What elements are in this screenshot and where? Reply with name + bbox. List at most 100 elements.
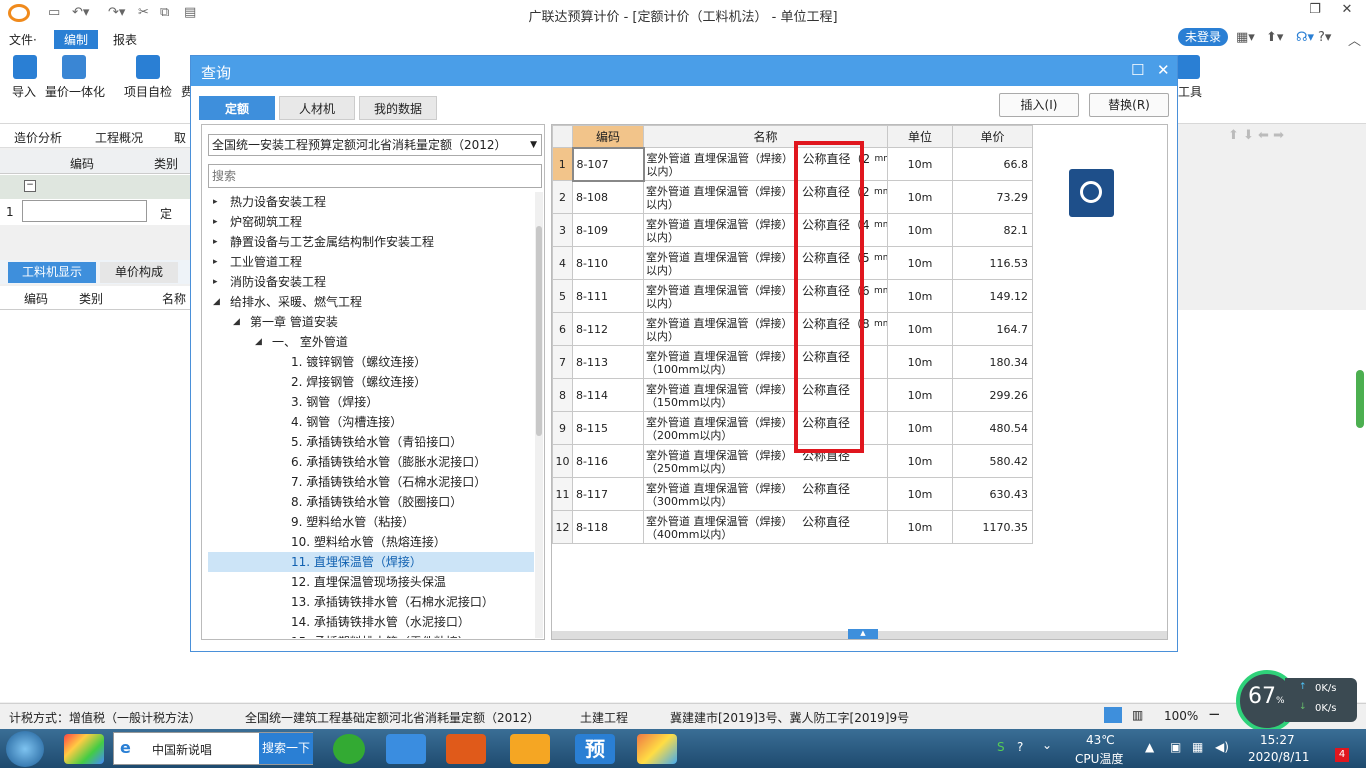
code-cell[interactable]: 8-117 bbox=[572, 477, 644, 511]
tree-item[interactable]: ▸ 静置设备与工艺金属结构制作安装工程 bbox=[208, 232, 534, 252]
tab-project-overview[interactable]: 工程概况 bbox=[95, 129, 143, 146]
table-row[interactable]: 68-112室外管道 直埋保温管（焊接）公称直径（8mm以内）10m164.7 bbox=[552, 312, 1033, 346]
code-cell[interactable]: 8-115 bbox=[572, 411, 644, 445]
code-cell[interactable]: 8-110 bbox=[572, 246, 644, 280]
table-row[interactable]: 18-107室外管道 直埋保温管（焊接）公称直径（2mm以内）10m66.8 bbox=[552, 146, 1033, 182]
network-icon[interactable]: ▦ bbox=[1192, 740, 1203, 754]
project-check-icon[interactable] bbox=[136, 55, 160, 79]
tools-button[interactable]: 工具 bbox=[1178, 83, 1202, 100]
tree-item[interactable]: 7. 承插铸铁给水管（石棉水泥接口） bbox=[208, 472, 534, 492]
tree-item[interactable]: 10. 塑料给水管（热熔连接） bbox=[208, 532, 534, 552]
tree-item[interactable]: ◢ 第一章 管道安装 bbox=[208, 312, 534, 332]
layout-icon[interactable]: ▦▾ bbox=[1236, 30, 1255, 45]
taskbar-search-box[interactable]: e 中国新说唱 搜索一下 bbox=[113, 732, 313, 765]
tray-app-icon[interactable]: ▣ bbox=[1170, 740, 1181, 754]
name-cell[interactable]: 室外管道 直埋保温管（焊接） 公称直径 （300mm以内） bbox=[643, 477, 888, 511]
budget-app-icon[interactable]: 预 bbox=[575, 734, 615, 764]
collapse-arrow-icon[interactable]: ◢ bbox=[233, 312, 240, 332]
replace-button[interactable]: 替换(R) bbox=[1089, 93, 1169, 117]
header-code[interactable]: 编码 bbox=[572, 125, 644, 148]
tree-item[interactable]: 15. 承插塑料排水管（零件粘接） bbox=[208, 632, 534, 638]
code-cell[interactable]: 8-107 bbox=[571, 146, 645, 182]
tree-item[interactable]: ◢ 一、 室外管道 bbox=[208, 332, 534, 352]
tray-s-icon[interactable]: S bbox=[997, 740, 1005, 754]
collapse-icon[interactable]: ︿ bbox=[1348, 30, 1361, 49]
view-split-icon[interactable]: ▥ bbox=[1132, 708, 1143, 722]
close-window-icon[interactable]: ✕ bbox=[1332, 2, 1362, 24]
expand-arrow-icon[interactable]: ▸ bbox=[213, 272, 218, 292]
refresh-app-icon[interactable] bbox=[333, 734, 365, 764]
table-row[interactable]: 12 8-118 室外管道 直埋保温管（焊接） 公称直径 （400mm以内） 10m 117… bbox=[552, 510, 1033, 544]
upload-icon[interactable]: ⬆▾ bbox=[1266, 30, 1283, 45]
tree-item[interactable]: 4. 钢管（沟槽连接） bbox=[208, 412, 534, 432]
tree-item[interactable]: ▸ 热力设备安装工程 bbox=[208, 192, 534, 212]
menu-report[interactable]: 报表 bbox=[113, 31, 137, 48]
table-row[interactable]: 28-108室外管道 直埋保温管（焊接）公称直径（2mm以内）10m73.29 bbox=[552, 180, 1033, 214]
tree-item[interactable]: 8. 承插铸铁给水管（胶圈接口） bbox=[208, 492, 534, 512]
search-button[interactable] bbox=[1069, 169, 1114, 217]
tree-item[interactable]: ▸ 工业管道工程 bbox=[208, 252, 534, 272]
table-row[interactable]: 8 8-114 室外管道 直埋保温管（焊接） 公称直径 （150mm以内） 10m 299.… bbox=[552, 378, 1033, 412]
collapse-arrow-icon[interactable]: ◢ bbox=[255, 332, 262, 352]
dialog-close-icon[interactable]: ✕ bbox=[1157, 61, 1170, 79]
tab-fee[interactable]: 取 bbox=[174, 129, 186, 146]
tree-item[interactable]: ▸ 消防设备安装工程 bbox=[208, 272, 534, 292]
name-cell[interactable]: 室外管道 直埋保温管（焊接） 公称直径 （400mm以内） bbox=[643, 510, 888, 544]
expand-arrow-icon[interactable]: ▸ bbox=[213, 232, 218, 252]
menu-file[interactable]: 文件· bbox=[9, 31, 37, 48]
volume-icon[interactable]: ◀) bbox=[1215, 740, 1229, 754]
help-icon[interactable]: ?▾ bbox=[1318, 30, 1331, 45]
tab-labor-material[interactable]: 工料机显示 bbox=[8, 262, 96, 283]
table-row[interactable]: 11 8-117 室外管道 直埋保温管（焊接） 公称直径 （300mm以内） 10m 630… bbox=[552, 477, 1033, 511]
code-cell[interactable]: 8-112 bbox=[572, 312, 644, 346]
import-icon[interactable] bbox=[13, 55, 37, 79]
tree-item[interactable]: 6. 承插铸铁给水管（膨胀水泥接口） bbox=[208, 452, 534, 472]
view-list-icon[interactable] bbox=[1104, 707, 1122, 723]
restore-icon[interactable]: ❐ bbox=[1300, 2, 1330, 24]
tray-help-icon[interactable]: ? bbox=[1017, 740, 1023, 754]
table-row[interactable]: 7 8-113 室外管道 直埋保温管（焊接） 公称直径 （100mm以内） 10m 180.… bbox=[552, 345, 1033, 379]
tab-my-data[interactable]: 我的数据 bbox=[359, 96, 437, 120]
tree-item[interactable]: ◢ 给排水、采暖、燃气工程 bbox=[208, 292, 534, 312]
show-hidden-icon[interactable]: ▲ bbox=[1145, 740, 1154, 754]
table-row[interactable]: 48-110室外管道 直埋保温管（焊接）公称直径（5mm以内）10m116.53 bbox=[552, 246, 1033, 280]
code-cell[interactable]: 8-108 bbox=[572, 180, 644, 214]
expand-arrow-icon[interactable]: ▸ bbox=[213, 212, 218, 232]
glodon-app-icon[interactable] bbox=[510, 734, 550, 764]
quota-select[interactable]: 全国统一安装工程预算定额河北省消耗量定额（2012） ▼ bbox=[208, 134, 542, 156]
menu-edit[interactable]: 编制 bbox=[54, 30, 99, 49]
expand-arrow-icon[interactable]: ▸ bbox=[213, 252, 218, 272]
code-cell[interactable]: 8-111 bbox=[572, 279, 644, 313]
notification-badge[interactable]: 4 bbox=[1335, 748, 1349, 762]
tree-search-input[interactable] bbox=[208, 164, 542, 188]
collapse-panel-icon[interactable]: ▲ bbox=[848, 629, 878, 639]
zoom-out-icon[interactable]: − bbox=[1208, 705, 1221, 723]
maximize-icon[interactable]: ☐ bbox=[1131, 61, 1144, 79]
insert-button[interactable]: 插入(I) bbox=[999, 93, 1079, 117]
tree-item[interactable]: 12. 直埋保温管现场接头保温 bbox=[208, 572, 534, 592]
player-app-icon[interactable] bbox=[446, 734, 486, 764]
table-row[interactable]: 9 8-115 室外管道 直埋保温管（焊接） 公称直径 （200mm以内） 10m 480.… bbox=[552, 411, 1033, 445]
cloud-app-icon[interactable] bbox=[386, 734, 426, 764]
tree-item[interactable]: 3. 钢管（焊接） bbox=[208, 392, 534, 412]
code-cell[interactable]: 8-113 bbox=[572, 345, 644, 379]
code-cell[interactable]: 8-109 bbox=[572, 213, 644, 247]
login-badge[interactable]: 未登录 bbox=[1178, 28, 1228, 46]
result-hscrollbar[interactable]: ▲ bbox=[552, 629, 1167, 639]
side-scroll-indicator[interactable] bbox=[1356, 370, 1364, 428]
collapse-tree-icon[interactable]: − bbox=[24, 180, 36, 192]
tree-scroll-thumb[interactable] bbox=[536, 226, 542, 436]
collapse-arrow-icon[interactable]: ◢ bbox=[213, 292, 220, 312]
tree-item[interactable]: 1. 镀锌钢管（螺纹连接） bbox=[208, 352, 534, 372]
project-check-button[interactable]: 项目自检 bbox=[124, 83, 172, 100]
quantity-price-icon[interactable] bbox=[62, 55, 86, 79]
taskbar-search-button[interactable]: 搜索一下 bbox=[259, 733, 313, 764]
code-cell[interactable] bbox=[22, 200, 147, 222]
browser-shortcut-icon[interactable] bbox=[64, 734, 104, 764]
tree-item[interactable]: ▸ 炉窑砌筑工程 bbox=[208, 212, 534, 232]
tree-item[interactable]: 14. 承插铸铁排水管（水泥接口） bbox=[208, 612, 534, 632]
table-row[interactable]: 10 8-116 室外管道 直埋保温管（焊接） 公称直径 （250mm以内） 10m 580… bbox=[552, 444, 1033, 478]
quantity-price-button[interactable]: 量价一体化 bbox=[45, 83, 105, 100]
table-row[interactable]: 58-111室外管道 直埋保温管（焊接）公称直径（6mm以内）10m149.12 bbox=[552, 279, 1033, 313]
header-price[interactable]: 单价 bbox=[952, 125, 1033, 148]
